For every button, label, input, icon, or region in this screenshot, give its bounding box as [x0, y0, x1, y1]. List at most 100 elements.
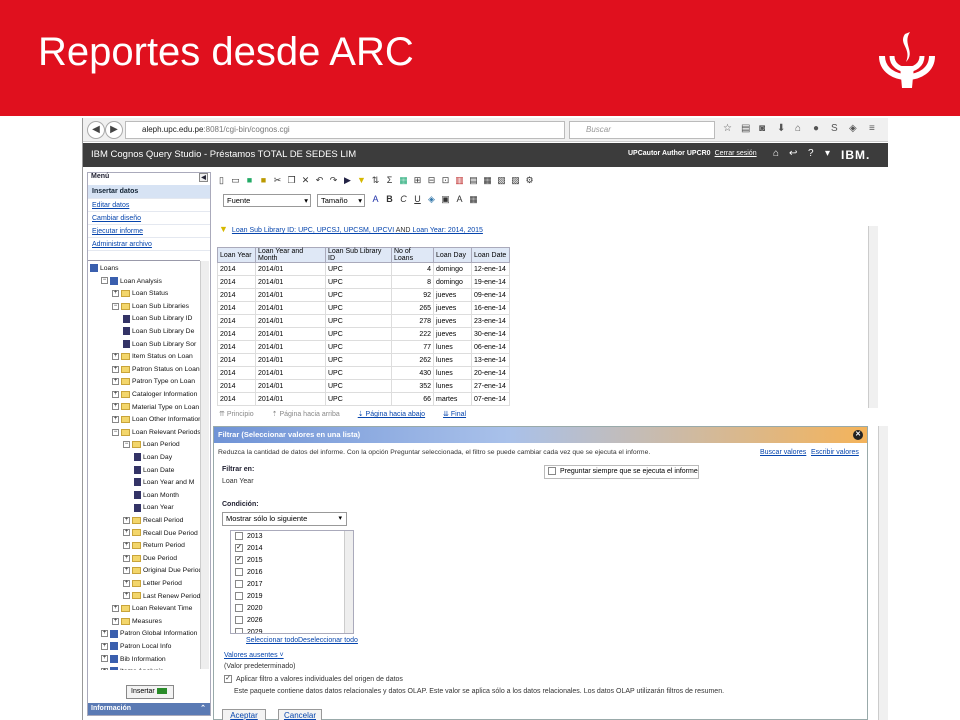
- column-header[interactable]: Loan Day: [433, 247, 472, 263]
- expand-icon[interactable]: +: [101, 630, 108, 638]
- menu-item[interactable]: Cambiar diseño: [88, 212, 210, 225]
- tree-node[interactable]: + Item Status on Loan: [112, 351, 193, 363]
- insert-button[interactable]: Insertar: [126, 685, 174, 699]
- tree-node[interactable]: + Bib Information: [101, 654, 166, 666]
- expand-icon[interactable]: +: [112, 415, 119, 423]
- cancel-button[interactable]: Cancelar: [278, 709, 322, 720]
- expand-icon[interactable]: +: [123, 554, 130, 562]
- help-icon[interactable]: ?: [808, 148, 814, 159]
- redo-icon[interactable]: ↷: [327, 175, 340, 186]
- menu-item[interactable]: Editar datos: [88, 199, 210, 212]
- checkbox[interactable]: [235, 628, 243, 633]
- report-icon[interactable]: ▨: [509, 175, 522, 186]
- crosstab-icon[interactable]: ▧: [495, 175, 508, 186]
- column-header[interactable]: Loan Date: [471, 247, 510, 263]
- pager-last[interactable]: ⇊ Final: [443, 411, 474, 418]
- save-as-icon[interactable]: ■: [257, 175, 270, 185]
- chart-icon[interactable]: ▥: [453, 175, 466, 186]
- info-header[interactable]: Información ⌃: [88, 703, 210, 715]
- close-icon[interactable]: ✕: [853, 430, 863, 440]
- tree-node[interactable]: + Patron Status on Loan: [112, 364, 200, 376]
- save-icon[interactable]: ■: [243, 175, 256, 185]
- expand-icon[interactable]: +: [112, 604, 119, 612]
- expand-icon[interactable]: +: [112, 617, 119, 625]
- bold-icon[interactable]: B: [383, 194, 396, 204]
- apply-source-checkbox[interactable]: ✓ Aplicar filtro a valores individuales d…: [224, 675, 403, 683]
- expand-icon[interactable]: +: [101, 655, 108, 663]
- cut-icon[interactable]: ✂: [271, 175, 284, 186]
- download-icon[interactable]: ⬇: [777, 123, 785, 134]
- condition-select[interactable]: Mostrar sólo lo siguiente ▾: [222, 512, 347, 526]
- year-list-scrollbar[interactable]: [344, 531, 353, 633]
- tree-node[interactable]: − Loan Relevant Periods: [112, 427, 200, 439]
- ask-always-checkbox[interactable]: Preguntar siempre que se ejecuta el info…: [544, 465, 699, 479]
- shield-icon[interactable]: ◈: [849, 123, 857, 134]
- home-icon[interactable]: ⌂: [773, 148, 779, 159]
- checkbox-checked[interactable]: ✓: [224, 675, 232, 683]
- underline-icon[interactable]: U: [411, 194, 424, 204]
- year-option[interactable]: 2029: [231, 627, 353, 633]
- filter-icon[interactable]: ▼: [355, 175, 368, 185]
- tree-node[interactable]: + Letter Period: [123, 578, 182, 590]
- type-values-link[interactable]: Escribir valores: [811, 449, 859, 456]
- expand-icon[interactable]: +: [112, 390, 119, 398]
- layout-icon[interactable]: ▤: [467, 175, 480, 186]
- tree-node[interactable]: Loan Month: [134, 490, 179, 502]
- tree-node[interactable]: Loan Sub Library Sor: [123, 339, 196, 351]
- accept-button[interactable]: Aceptar: [222, 709, 266, 720]
- border-icon[interactable]: ▣: [439, 194, 452, 205]
- collapse-icon[interactable]: ◀: [199, 173, 208, 182]
- address-bar[interactable]: aleph.upc.edu.pe:8081/cgi-bin/cognos.cgi: [125, 121, 565, 139]
- filter-year-link[interactable]: Loan Year: 2014, 2015: [412, 227, 482, 234]
- checkbox[interactable]: [235, 616, 243, 625]
- delete-icon[interactable]: ✕: [299, 175, 312, 186]
- tree-node[interactable]: + Recall Due Period: [123, 528, 198, 540]
- open-icon[interactable]: ▭: [229, 175, 242, 186]
- tree-node[interactable]: + Original Due Period: [123, 565, 200, 577]
- expand-icon[interactable]: +: [112, 289, 119, 297]
- align-icon[interactable]: A: [453, 194, 466, 204]
- search-values-link[interactable]: Buscar valores: [760, 449, 806, 456]
- year-option[interactable]: ✓ 2015: [231, 555, 353, 567]
- tree-node[interactable]: + Loan Status: [112, 288, 168, 300]
- dropdown-icon[interactable]: ▾: [825, 148, 830, 159]
- tree-node[interactable]: − Loan Sub Libraries: [112, 301, 189, 313]
- tree-node[interactable]: + Return Period: [123, 540, 185, 552]
- year-option[interactable]: 2017: [231, 579, 353, 591]
- expand-icon[interactable]: +: [123, 567, 130, 575]
- missing-values-link[interactable]: Valores ausentes ˅: [224, 652, 284, 659]
- skype-icon[interactable]: S: [831, 123, 838, 134]
- pager-next[interactable]: ⇣ Página hacia abajo: [358, 411, 433, 418]
- collapse-icon[interactable]: −: [112, 428, 119, 436]
- tree-node[interactable]: + Cataloger Information: [112, 389, 197, 401]
- excel-icon[interactable]: ▦: [397, 175, 410, 186]
- sort-icon[interactable]: ⇅: [369, 175, 382, 186]
- checkbox-checked[interactable]: ✓: [235, 544, 243, 553]
- browser-search[interactable]: Buscar: [569, 121, 715, 139]
- fill-color-icon[interactable]: ◈: [425, 194, 438, 205]
- report-scrollbar[interactable]: [868, 226, 878, 408]
- star-icon[interactable]: ☆: [723, 123, 732, 134]
- tree-scrollbar[interactable]: [200, 261, 209, 669]
- expand-icon[interactable]: +: [123, 529, 130, 537]
- collapse-up-icon[interactable]: ⌃: [200, 703, 206, 715]
- tree-node[interactable]: Loan Date: [134, 465, 174, 477]
- home-icon[interactable]: ⌂: [795, 123, 801, 134]
- year-option[interactable]: ✓ 2014: [231, 543, 353, 555]
- column-header[interactable]: No of Loans: [391, 247, 434, 263]
- tree-node[interactable]: + Patron Type on Loan: [112, 376, 195, 388]
- collapse-icon[interactable]: −: [101, 277, 108, 285]
- year-option[interactable]: 2013: [231, 531, 353, 543]
- filter-library-link[interactable]: Loan Sub Library ID: UPC, UPCSJ, UPCSM, …: [232, 227, 394, 234]
- expand-icon[interactable]: +: [123, 592, 130, 600]
- column-header[interactable]: Loan Year and Month: [255, 247, 326, 263]
- size-select[interactable]: Tamaño ▾: [317, 194, 365, 207]
- year-option[interactable]: 2016: [231, 567, 353, 579]
- deselect-all-link[interactable]: Deseleccionar todo: [298, 637, 358, 644]
- checkbox[interactable]: [235, 604, 243, 613]
- settings-icon[interactable]: ⚙: [523, 175, 536, 186]
- tree-node[interactable]: + Patron Local Info: [101, 641, 171, 653]
- copy-icon[interactable]: ❐: [285, 175, 298, 186]
- menu-item[interactable]: Ejecutar informe: [88, 225, 210, 238]
- expand-icon[interactable]: +: [112, 378, 119, 386]
